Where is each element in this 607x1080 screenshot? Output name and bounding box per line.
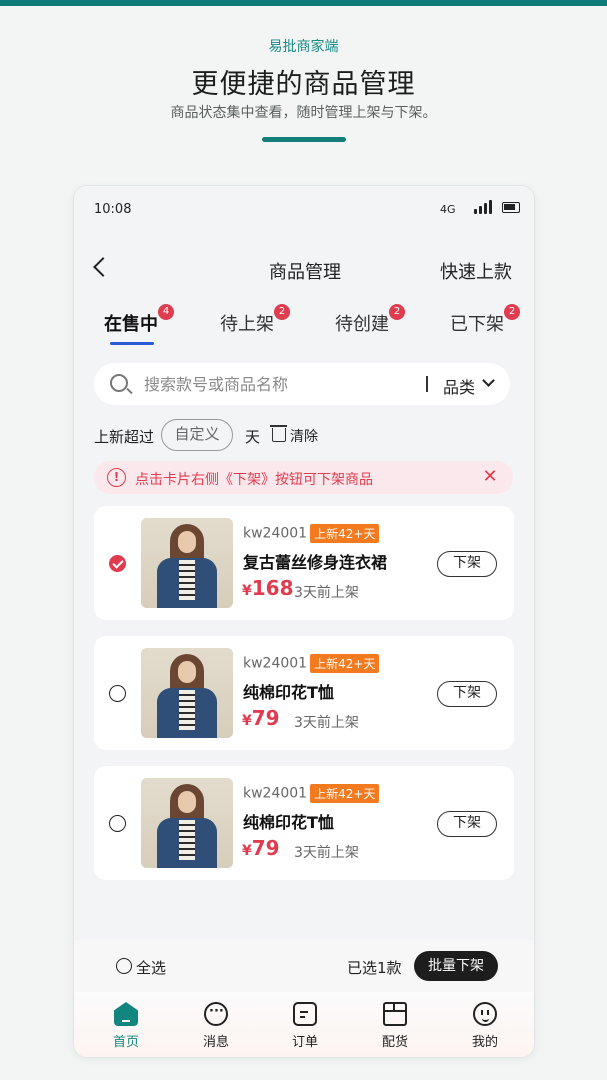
tabbar-label: 配货 [381, 1035, 408, 1050]
product-sku: kw24001 [243, 655, 308, 672]
battery-icon [502, 202, 520, 213]
new-days-tag: 上新42+天 [310, 784, 380, 803]
product-price: ¥79 [242, 706, 280, 730]
listed-time: 3天前上架 [294, 845, 359, 861]
product-price: ¥79 [242, 836, 280, 860]
top-accent-bar [0, 0, 607, 6]
product-name: 复古蕾丝修身连衣裙 [243, 553, 388, 572]
chevron-down-icon[interactable] [482, 374, 495, 387]
promo-subline: 商品状态集中查看，随时管理上架与下架。 [170, 105, 437, 121]
tab-badge: 2 [389, 304, 405, 320]
tabbar-profile[interactable]: 我的 [455, 1002, 515, 1050]
select-all-radio[interactable] [116, 958, 132, 974]
select-checkbox[interactable] [109, 685, 126, 702]
select-all-label: 全选 [136, 959, 167, 977]
phone-frame: 10:08 4G 商品管理 快速上款 在售中 4 待上架 2 待创建 2 已下架… [73, 185, 535, 1058]
tabbar-distribution[interactable]: 配货 [365, 1002, 425, 1050]
order-icon [293, 1002, 317, 1026]
tabbar-label: 我的 [471, 1035, 498, 1050]
tabbar-orders[interactable]: 订单 [275, 1002, 335, 1050]
select-all-toggle[interactable]: 全选 [116, 957, 166, 978]
brand-name: 易批商家端 [268, 39, 339, 55]
tab-label: 待创建 [335, 314, 389, 335]
select-checkbox[interactable] [109, 815, 126, 832]
select-checkbox[interactable] [109, 555, 126, 572]
product-image [141, 648, 233, 738]
tab-delisted[interactable]: 已下架 2 [450, 304, 520, 336]
batch-delist-button[interactable]: 批量下架 [414, 951, 498, 981]
product-sku: kw24001 [243, 525, 308, 542]
category-filter[interactable]: 品类 [443, 374, 475, 398]
bottom-tab-bar: 首页 消息 订单 配货 我的 [74, 992, 534, 1057]
status-tabs: 在售中 4 待上架 2 待创建 2 已下架 2 [74, 304, 534, 344]
info-icon: ! [107, 468, 126, 487]
listed-time: 3天前上架 [294, 715, 359, 731]
listed-time: 3天前上架 [294, 585, 359, 601]
selected-count: 已选1款 [347, 959, 402, 977]
filter-label: 上新超过 [94, 428, 155, 446]
promo-headline: 更便捷的商品管理 [191, 69, 416, 100]
product-name: 纯棉印花T恤 [243, 813, 334, 832]
product-card[interactable]: kw24001 上新42+天 纯棉印花T恤 ¥79 3天前上架 下架 [94, 766, 514, 880]
tab-pending-listing[interactable]: 待上架 2 [220, 304, 290, 336]
tab-badge: 4 [158, 304, 174, 320]
search-icon [110, 374, 128, 392]
signal-icon [474, 200, 492, 214]
custom-days-button[interactable]: 自定义 [161, 419, 233, 451]
product-card[interactable]: kw24001 上新42+天 纯棉印花T恤 ¥79 3天前上架 下架 [94, 636, 514, 750]
search-input[interactable] [144, 363, 414, 405]
tab-label: 已下架 [450, 314, 504, 335]
status-time: 10:08 [94, 202, 132, 217]
tab-badge: 2 [504, 304, 520, 320]
product-image [141, 518, 233, 608]
product-card[interactable]: kw24001 上新42+天 复古蕾丝修身连衣裙 ¥168 3天前上架 下架 [94, 506, 514, 620]
search-bar: 品类 [94, 363, 510, 405]
product-sku: kw24001 [243, 785, 308, 802]
delist-button[interactable]: 下架 [437, 681, 497, 707]
new-days-filter: 上新超过 自定义 天 清除 [94, 419, 514, 451]
new-days-tag: 上新42+天 [310, 654, 380, 673]
clear-filter-button[interactable]: 清除 [270, 425, 318, 446]
tabbar-home[interactable]: 首页 [96, 1002, 156, 1050]
tab-label: 在售中 [104, 314, 158, 335]
batch-action-bar: 全选 已选1款 批量下架 [74, 940, 534, 992]
trash-icon [270, 425, 287, 442]
search-divider [426, 376, 428, 392]
new-days-tag: 上新42+天 [310, 524, 380, 543]
tab-pending-create[interactable]: 待创建 2 [335, 304, 405, 336]
status-bar: 10:08 4G [74, 186, 534, 232]
tab-label: 待上架 [220, 314, 274, 335]
product-price: ¥168 [242, 576, 294, 600]
tip-text: 点击卡片右侧《下架》按钮可下架商品 [135, 472, 373, 488]
tab-badge: 2 [274, 304, 290, 320]
tabbar-label: 订单 [291, 1035, 318, 1050]
tab-on-sale[interactable]: 在售中 4 [104, 304, 174, 336]
delist-button[interactable]: 下架 [437, 811, 497, 837]
quick-listing-button[interactable]: 快速上款 [440, 258, 512, 284]
product-name: 纯棉印花T恤 [243, 683, 334, 702]
tabbar-label: 消息 [202, 1035, 229, 1050]
home-icon [114, 1002, 138, 1026]
delist-button[interactable]: 下架 [437, 551, 497, 577]
tip-banner: ! 点击卡片右侧《下架》按钮可下架商品 ✕ [94, 461, 513, 494]
active-tab-indicator [110, 342, 154, 345]
profile-icon [473, 1002, 497, 1026]
product-image [141, 778, 233, 868]
tabbar-messages[interactable]: 消息 [186, 1002, 246, 1050]
days-unit: 天 [245, 428, 261, 446]
nav-bar: 商品管理 快速上款 [74, 248, 534, 292]
tabbar-label: 首页 [112, 1035, 139, 1050]
network-label: 4G [440, 203, 456, 216]
headline-underline [262, 137, 346, 142]
close-icon[interactable]: ✕ [481, 468, 499, 486]
box-icon [383, 1002, 407, 1026]
clear-label: 清除 [290, 429, 318, 445]
message-icon [204, 1002, 228, 1026]
